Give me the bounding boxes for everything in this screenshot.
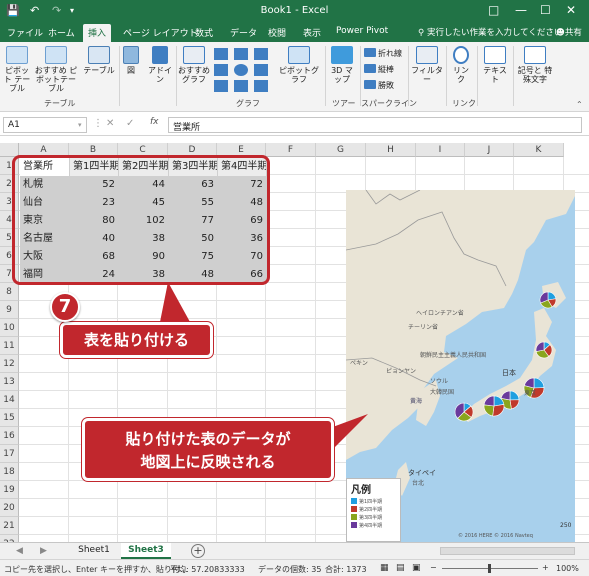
add-sheet-button[interactable]: + xyxy=(191,544,205,558)
normal-view-icon[interactable]: ▦ xyxy=(380,563,389,573)
step-number-badge: 7 xyxy=(50,292,80,322)
horizontal-scrollbar[interactable] xyxy=(440,547,575,555)
page-break-view-icon[interactable]: ▣ xyxy=(412,563,421,573)
status-sum: 合計: 1373 xyxy=(325,565,367,574)
sheet-tab-sheet1[interactable]: Sheet1 xyxy=(67,543,121,559)
callout-pointer xyxy=(160,282,190,322)
callout-line: 地図上に反映される xyxy=(140,453,276,471)
zoom-in-icon[interactable]: + xyxy=(542,563,549,572)
sheet-tab-bar: ◀ ▶ Sheet1 Sheet3 + xyxy=(0,542,589,559)
status-average: 平均: 57.20833333 xyxy=(170,565,245,574)
next-sheet-icon[interactable]: ▶ xyxy=(40,546,47,556)
callout-pointers xyxy=(160,282,368,452)
status-message: コピー先を選択し、Enter キーを押すか、貼り付... xyxy=(4,565,188,574)
callout-map-note: 貼り付けた表のデータが 地図上に反映される xyxy=(82,418,334,481)
status-count: データの個数: 35 xyxy=(258,565,322,574)
callout-line: 貼り付けた表のデータが xyxy=(125,430,291,448)
page-layout-view-icon[interactable]: ▤ xyxy=(396,563,405,573)
status-bar: コピー先を選択し、Enter キーを押すか、貼り付... 平均: 57.2083… xyxy=(0,559,589,576)
callout-paste-table: 表を貼り付ける xyxy=(60,322,213,358)
zoom-slider-thumb[interactable] xyxy=(488,564,491,573)
callout-pointer xyxy=(330,414,368,452)
zoom-out-icon[interactable]: − xyxy=(430,563,437,572)
prev-sheet-icon[interactable]: ◀ xyxy=(16,546,23,556)
sheet-tab-sheet3[interactable]: Sheet3 xyxy=(121,543,171,559)
zoom-level[interactable]: 100% xyxy=(556,564,579,573)
